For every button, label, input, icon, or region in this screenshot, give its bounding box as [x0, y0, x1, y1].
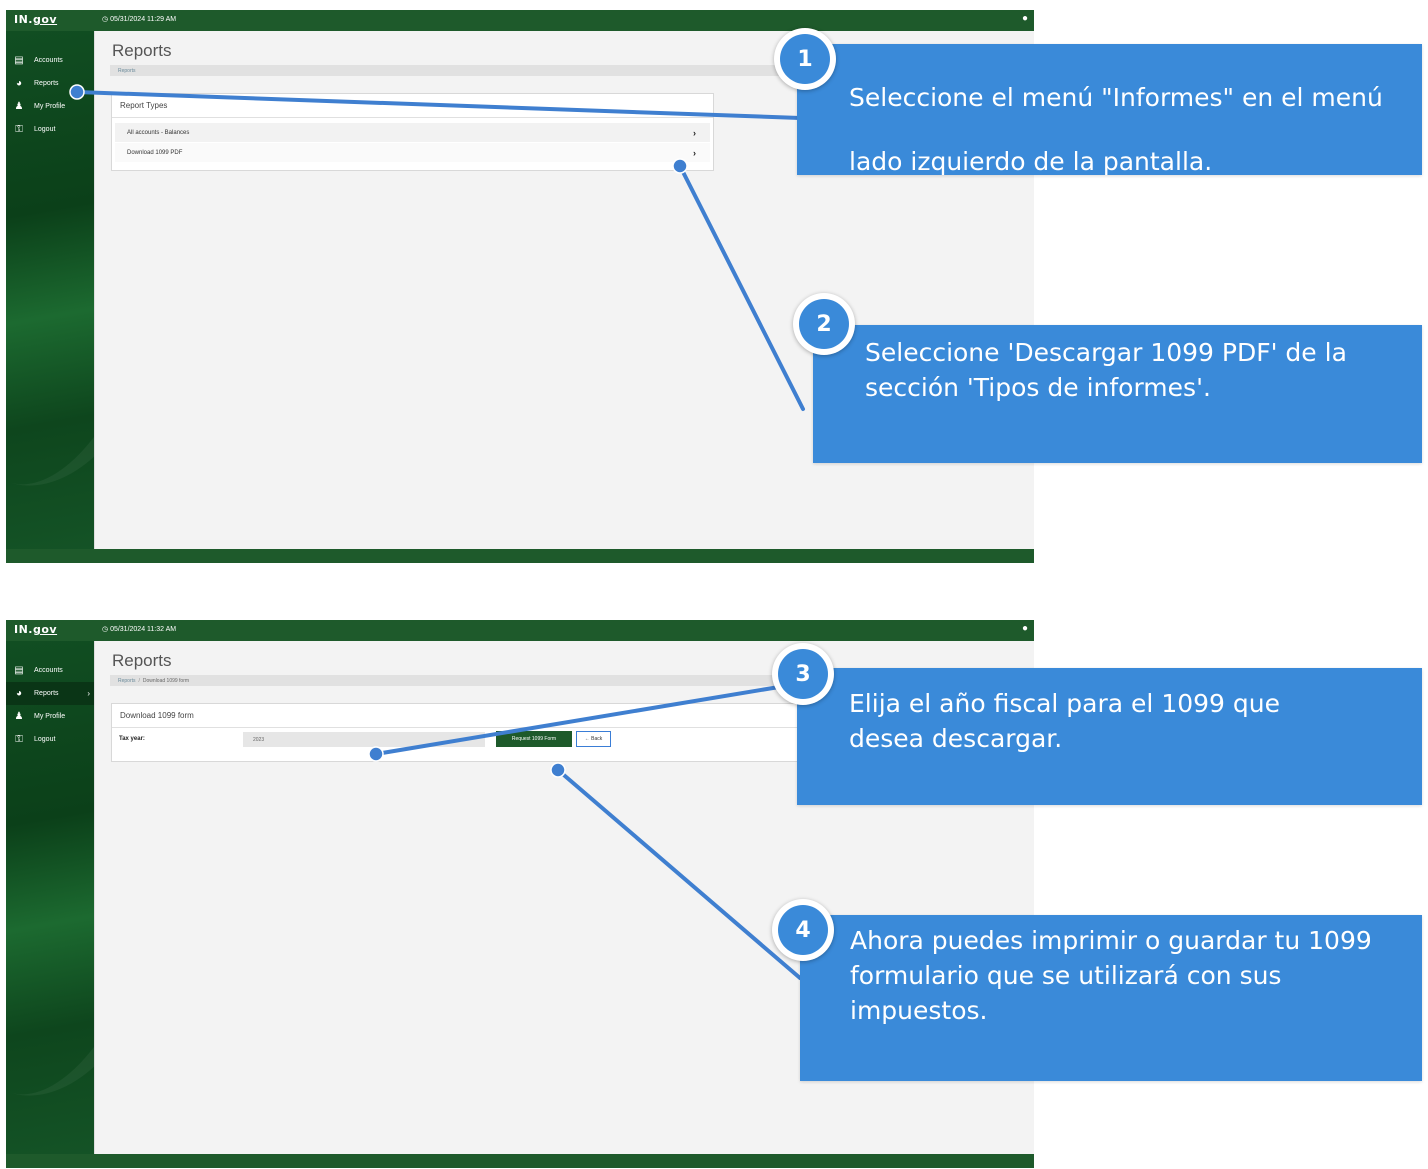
sidebar-item-my-profile[interactable]: ♟ My Profile	[6, 95, 94, 118]
location-pin-icon[interactable]: ●	[1022, 13, 1028, 24]
download-1099-card: Download 1099 form Tax year: 2023 Reques…	[111, 703, 831, 762]
sidebar-item-reports[interactable]: ◕ Reports ›	[6, 682, 94, 705]
callout-text: Ahora puedes imprimir o guardar tu 1099 …	[850, 926, 1372, 1025]
tax-year-select[interactable]: 2023	[243, 732, 485, 747]
callout-step-4: Ahora puedes imprimir o guardar tu 1099 …	[800, 915, 1422, 1081]
chevron-right-icon: ›	[693, 147, 696, 158]
sidebar-nav: ▤ Accounts ◕ Reports › ♟ My Profile ⚿ Logout	[6, 641, 94, 1154]
tax-year-row: Tax year: 2023 Request 1099 Form ← Back	[112, 728, 830, 750]
top-bar: IN.gov ◷ 05/31/2024 11:32 AM ●	[6, 620, 1034, 641]
report-row-download-1099-pdf[interactable]: Download 1099 PDF ›	[115, 143, 710, 163]
sidebar-item-my-profile[interactable]: ♟ My Profile	[6, 705, 94, 728]
user-profile-icon: ♟	[14, 101, 24, 112]
sidebar-item-accounts[interactable]: ▤ Accounts	[6, 49, 94, 72]
ledger-icon: ▤	[14, 55, 24, 66]
sidebar-item-reports[interactable]: ◕ Reports	[6, 72, 94, 95]
clock-icon: ◷	[102, 16, 109, 23]
report-row-all-accounts-balances[interactable]: All accounts - Balances ›	[115, 123, 710, 143]
breadcrumb-reports[interactable]: Reports	[118, 678, 136, 684]
footer-bar	[6, 1154, 1034, 1168]
sidebar-item-logout[interactable]: ⚿ Logout	[6, 118, 94, 141]
callout-text: Seleccione el menú "Informes" en el menú…	[849, 83, 1383, 176]
clock-icon: ◷	[102, 626, 109, 633]
step-badge-4: 4	[772, 899, 834, 961]
step-badge-3: 3	[772, 643, 834, 705]
callout-step-1: Seleccione el menú "Informes" en el menú…	[797, 44, 1422, 176]
user-profile-icon: ♟	[14, 711, 24, 722]
breadcrumb-reports[interactable]: Reports	[118, 68, 136, 74]
tax-year-label: Tax year:	[119, 736, 145, 742]
arrow-left-icon: ←	[584, 736, 590, 742]
unlock-icon: ⚿	[15, 734, 23, 745]
unlock-icon: ⚿	[15, 124, 23, 135]
pie-chart-icon: ◕	[15, 78, 23, 89]
pie-chart-icon: ◕	[15, 688, 23, 699]
report-types-card: Report Types All accounts - Balances › D…	[111, 93, 714, 171]
chevron-right-icon: ›	[693, 127, 696, 138]
step-badge-1: 1	[774, 28, 836, 90]
sidebar-nav: ▤ Accounts ◕ Reports ♟ My Profile ⚿ Logout	[6, 31, 94, 549]
top-bar: IN.gov ◷ 05/31/2024 11:29 AM ●	[6, 10, 1034, 31]
breadcrumb-download-1099-form: Download 1099 form	[142, 678, 190, 684]
callout-step-2: Seleccione 'Descargar 1099 PDF' de la se…	[813, 325, 1422, 463]
callout-text: Elija el año fiscal para el 1099 que des…	[849, 689, 1280, 753]
card-title: Download 1099 form	[112, 704, 830, 728]
callout-text: Seleccione 'Descargar 1099 PDF' de la se…	[865, 338, 1347, 402]
breadcrumb-separator: /	[138, 678, 140, 684]
chevron-right-icon: ›	[87, 689, 90, 698]
sidebar-item-accounts[interactable]: ▤ Accounts	[6, 659, 94, 682]
sidebar-item-logout[interactable]: ⚿ Logout	[6, 728, 94, 751]
in-gov-logo[interactable]: IN.gov	[14, 13, 57, 26]
session-datetime: ◷ 05/31/2024 11:29 AM	[102, 16, 177, 23]
card-title: Report Types	[112, 94, 713, 118]
in-gov-logo[interactable]: IN.gov	[14, 623, 57, 636]
callout-step-3: Elija el año fiscal para el 1099 que des…	[797, 668, 1422, 805]
page-title: Reports	[112, 41, 172, 60]
page-title: Reports	[112, 651, 172, 670]
session-datetime: ◷ 05/31/2024 11:32 AM	[102, 626, 177, 633]
footer-bar	[6, 549, 1034, 563]
ledger-icon: ▤	[14, 665, 24, 676]
back-button[interactable]: ← Back	[576, 731, 611, 747]
step-badge-2: 2	[793, 293, 855, 355]
request-1099-form-button[interactable]: Request 1099 Form	[496, 731, 572, 747]
location-pin-icon[interactable]: ●	[1022, 623, 1028, 634]
